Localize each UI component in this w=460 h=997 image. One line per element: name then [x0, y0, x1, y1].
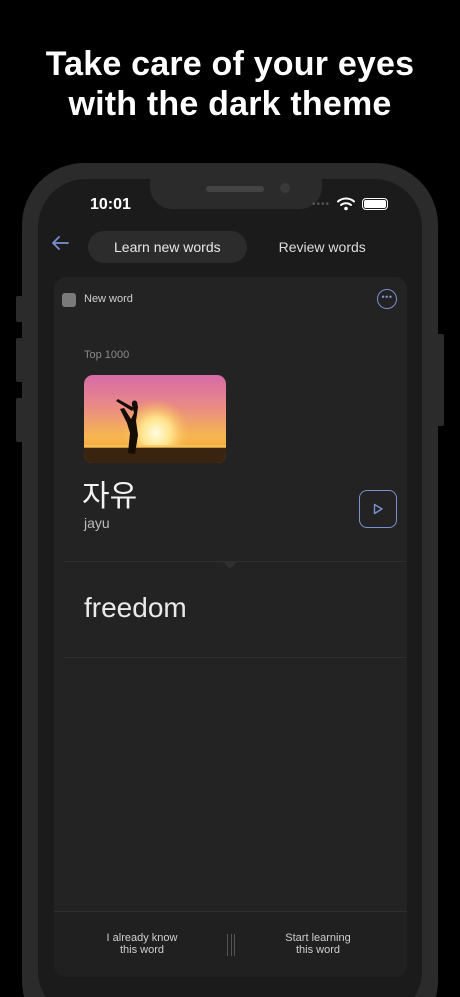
speaker	[206, 186, 264, 192]
start-learning-line-1: Start learning	[285, 932, 351, 944]
tab-learn-new-words[interactable]: Learn new words	[88, 231, 247, 263]
word-status-label: New word	[84, 293, 133, 305]
side-button-volume-down	[16, 398, 24, 442]
headline-line-1: Take care of your eyes	[45, 45, 415, 83]
side-button-mute	[16, 296, 24, 322]
word-list-tag: Top 1000	[84, 349, 130, 361]
tab-review-words[interactable]: Review words	[253, 231, 392, 263]
headline-line-2: with the dark theme	[68, 85, 392, 123]
word-card: New word ••• Top 1000 자유 jayu freedom I …	[54, 277, 407, 977]
wifi-icon	[337, 197, 355, 211]
word-illustration	[84, 375, 226, 463]
play-audio-button[interactable]	[359, 490, 397, 528]
start-learning-button[interactable]: Start learning this word	[248, 932, 388, 956]
battery-icon	[362, 198, 388, 210]
translation: freedom	[84, 592, 187, 623]
already-know-line-2: this word	[119, 944, 165, 956]
side-button-volume-up	[16, 338, 24, 382]
phone-screen: 10:01 •••• Learn new words Review words …	[38, 179, 422, 997]
status-icons: ••••	[312, 197, 388, 211]
foreign-word: 자유	[82, 480, 138, 513]
signal-dots-icon: ••••	[311, 198, 330, 210]
card-actions: I already know this word Start learning …	[54, 911, 407, 977]
already-know-button[interactable]: I already know this word	[72, 932, 212, 956]
back-arrow-icon[interactable]	[50, 235, 70, 251]
start-learning-line-2: this word	[295, 944, 341, 956]
marketing-headline: Take care of your eyes with the dark the…	[0, 44, 460, 124]
divider-bottom	[64, 657, 407, 658]
side-button-power	[436, 334, 444, 426]
drag-handle-icon[interactable]	[227, 934, 235, 956]
notch	[150, 179, 322, 209]
divider-caret	[222, 561, 238, 569]
play-audio-icon	[373, 503, 383, 515]
romanization: jayu	[84, 515, 110, 531]
camera	[280, 183, 290, 193]
tab-bar: Learn new words Review words	[88, 231, 392, 263]
already-know-line-1: I already know	[106, 932, 178, 944]
new-word-checkbox[interactable]	[62, 293, 76, 307]
more-options-icon[interactable]: •••	[377, 289, 397, 309]
status-time: 10:01	[90, 196, 131, 213]
